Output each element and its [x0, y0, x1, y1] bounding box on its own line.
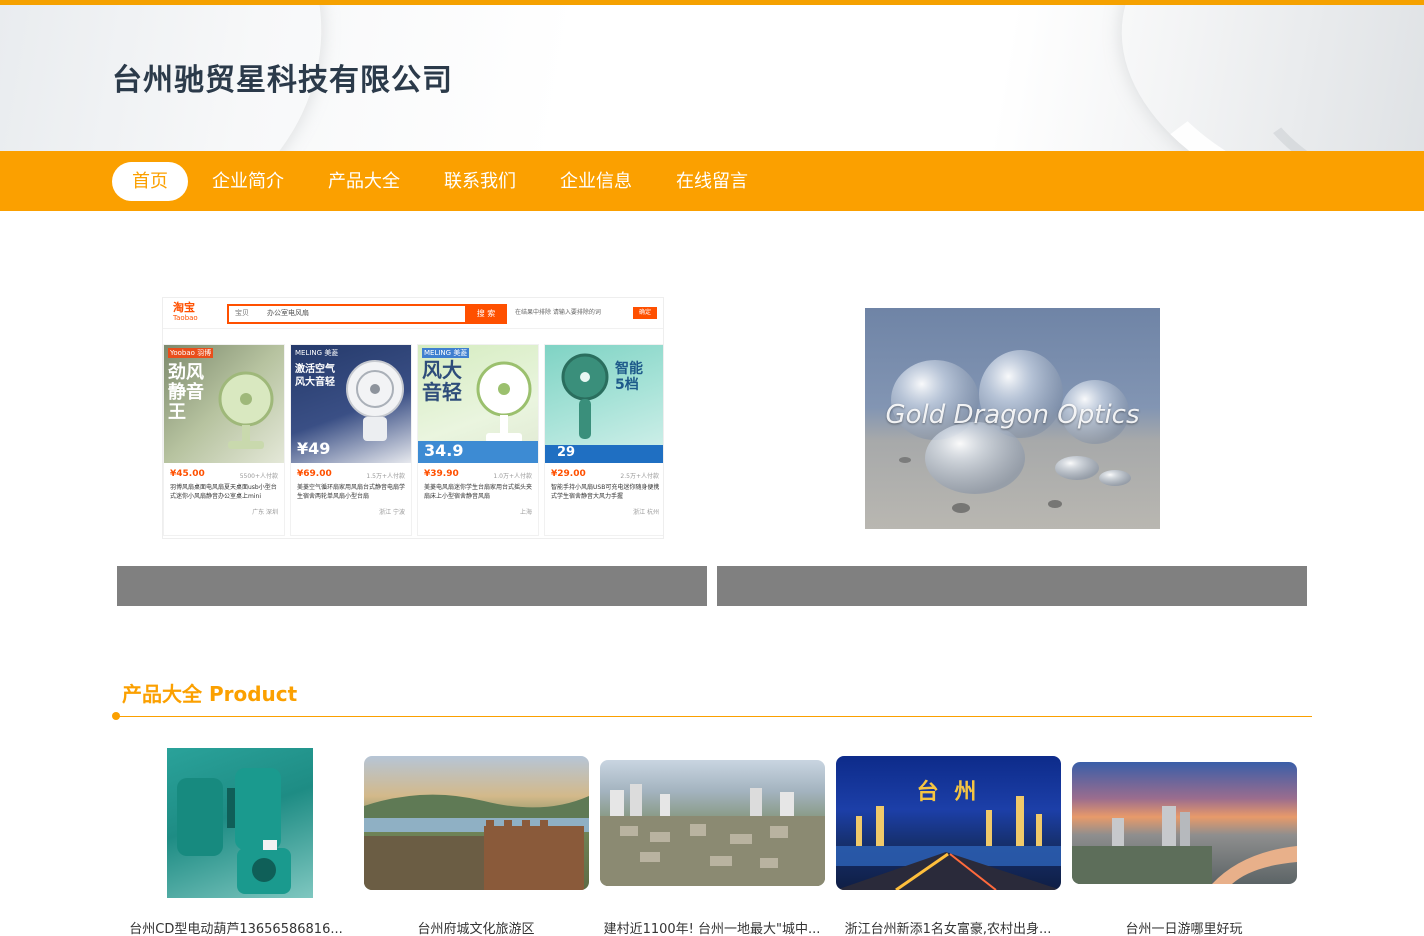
products-section-title: 产品大全 Product [122, 682, 298, 706]
taobao-product-card: Yoobao 羽博 劲风 静音王 ¥45.00 5500+人付款 羽博风扇桌面电… [163, 344, 285, 536]
handheld-fan-icon [561, 353, 609, 439]
product-sold-count: 1.0万+人付款 [493, 473, 532, 480]
taobao-search-bar: 淘宝 Taobao 宝贝 办公室电风扇 搜 索 在结果中排除 请输入要排除的词 … [163, 298, 663, 329]
taobao-search-box: 宝贝 办公室电风扇 [227, 304, 467, 324]
product-price: ¥39.90 [424, 469, 459, 479]
product-image-city-wall[interactable] [364, 756, 589, 890]
product-promo-price: 34.9 [424, 441, 464, 460]
product-sold-count: 2.5万+人付款 [620, 473, 659, 480]
product-location: 上海 [519, 509, 532, 516]
product-price: ¥69.00 [297, 469, 332, 479]
nav-item-products[interactable]: 产品大全 [308, 162, 420, 201]
section-title-underline [116, 716, 1312, 717]
product-price: ¥45.00 [170, 469, 205, 479]
banner-caption-bar-left [117, 566, 707, 606]
product-caption[interactable]: 台州CD型电动葫芦13656586816... [116, 918, 356, 936]
product-headline: 劲风 静音王 [168, 362, 204, 423]
taobao-filter-button: 确定 [633, 307, 657, 319]
taobao-search-query: 办公室电风扇 [267, 309, 309, 317]
nav-item-company-info[interactable]: 企业信息 [540, 162, 652, 201]
nav-list: 首页 企业简介 产品大全 联系我们 企业信息 在线留言 [112, 162, 772, 201]
product-caption[interactable]: 台州一日游哪里好玩 [1064, 918, 1304, 936]
product-description: 智能手持小风扇USB可充电迷你随身便携式学生宿舍静音大风力手握 [551, 484, 660, 500]
fan-product-image: Yoobao 羽博 劲风 静音王 [164, 345, 284, 463]
taizhou-overlay-text: 台 州 [916, 780, 981, 805]
nav-item-about[interactable]: 企业简介 [192, 162, 304, 201]
fan-product-image: MELING 美菱 风大 音轻 34.9 [418, 345, 538, 463]
nav-item-message[interactable]: 在线留言 [656, 162, 768, 201]
product-location: 广东 深圳 [252, 509, 278, 516]
product-caption[interactable]: 浙江台州新添1名女富豪,农村出身... [828, 918, 1068, 936]
fan-product-image: MELING 美菱 激活空气 风大音轻 ¥49 [291, 345, 411, 463]
fan-product-image: 智能 5档 29 [545, 345, 663, 463]
fan-icon [346, 360, 404, 441]
taobao-product-card: 智能 5档 29 ¥29.00 2.5万+人付款 智能手持小风扇USB可充电迷你… [544, 344, 663, 536]
product-promo-price: 29 [557, 445, 576, 460]
product-description: 美菱电风扇迷你学生台扇家用台式摇头夹扇床上小型宿舍静音风扇 [424, 484, 533, 500]
fan-icon [476, 361, 532, 443]
product-brand: MELING 美菱 [295, 349, 339, 357]
banner-caption-bar-right [717, 566, 1307, 606]
product-description: 羽博风扇桌面电风扇夏天桌面usb小型台式迷你小风扇静音办公室桌上mini [170, 484, 277, 500]
product-description: 美菱空气循环扇家用风扇台式静音电扇学生宿舍两轮单风扇小型台扇 [297, 484, 406, 500]
city-wall-scene [364, 794, 589, 890]
taobao-product-card: MELING 美菱 激活空气 风大音轻 ¥49 ¥69.00 1.5万+人付款 … [290, 344, 412, 536]
taobao-search-category: 宝贝 [235, 309, 249, 317]
fan-icon [218, 371, 274, 449]
village-scene [600, 784, 825, 886]
optics-overlay-text: Gold Dragon Optics [885, 400, 1140, 430]
company-name[interactable]: 台州驰贸星科技有限公司 [112, 55, 453, 99]
taobao-product-card: MELING 美菱 风大 音轻 34.9 ¥39.90 1.0万+人付款 美菱电… [417, 344, 539, 536]
product-brand: Yoobao 羽博 [168, 348, 214, 358]
product-image-electric-hoist[interactable] [167, 748, 313, 898]
nav-item-contact[interactable]: 联系我们 [424, 162, 536, 201]
product-caption[interactable]: 台州府城文化旅游区 [356, 918, 596, 936]
electric-hoist-icon [177, 768, 291, 894]
product-headline: 激活空气 风大音轻 [295, 364, 335, 388]
product-location: 浙江 宁波 [379, 509, 405, 516]
product-caption[interactable]: 建村近1100年! 台州一地最大"城中... [592, 918, 832, 936]
product-sold-count: 1.5万+人付款 [366, 473, 405, 480]
taobao-logo-sub: Taobao [173, 314, 198, 322]
product-headline: 智能 5档 [615, 361, 643, 393]
product-price: ¥29.00 [551, 469, 586, 479]
product-image-taizhou-night[interactable]: 台 州 [836, 756, 1061, 890]
product-image-river-sunset[interactable] [1072, 762, 1297, 884]
taobao-logo: 淘宝 Taobao [173, 302, 198, 324]
product-location: 浙江 杭州 [633, 509, 659, 516]
main-nav: 首页 企业简介 产品大全 联系我们 企业信息 在线留言 [0, 151, 1424, 211]
nav-item-home[interactable]: 首页 [112, 162, 188, 201]
product-sold-count: 5500+人付款 [239, 473, 278, 480]
river-city-scene [1072, 806, 1297, 884]
product-brand: MELING 美菱 [422, 348, 470, 358]
banner-image-optics[interactable]: Gold Dragon Optics [865, 308, 1160, 529]
product-headline: 风大 音轻 [422, 358, 462, 404]
product-image-village-aerial[interactable] [600, 760, 825, 886]
taobao-search-button: 搜 索 [465, 304, 507, 324]
banner-image-taobao[interactable]: 淘宝 Taobao 宝贝 办公室电风扇 搜 索 在结果中排除 请输入要排除的词 … [162, 297, 664, 539]
site-header: 台州驰贸星科技有限公司 [0, 5, 1424, 151]
product-promo-price: ¥49 [297, 439, 331, 458]
